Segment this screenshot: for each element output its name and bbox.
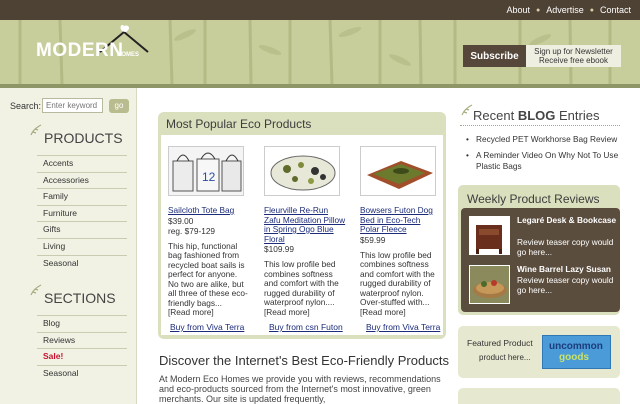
product-description-text: This low profile bed combines softness a… [360, 249, 435, 307]
recent-blog-list: Recycled PET Workhorse Bag Review A Remi… [466, 134, 620, 177]
product-price: $39.00 [168, 215, 194, 226]
top-nav: About ● Advertise ● Contact [506, 5, 631, 15]
logo-line2: goods [559, 352, 589, 363]
read-more-link[interactable]: [Read more] [168, 307, 214, 317]
leaf-icon [461, 104, 473, 116]
sidebar-item-seasonal-section[interactable]: Seasonal [37, 364, 127, 382]
recent-blog-heading: Recent BLOG Entries [473, 108, 599, 123]
site-logo-sub: HOMES [117, 52, 140, 58]
discover-heading: Discover the Internet's Best Eco-Friendl… [159, 353, 450, 368]
uncommon-goods-logo[interactable]: uncommon goods [542, 335, 611, 369]
product-name-link[interactable]: Fleurville Re-Run Zafu Meditation Pillow… [264, 205, 346, 244]
sidebar-item-sale[interactable]: Sale! [37, 348, 127, 365]
newsletter-text: Sign up for Newsletter Receive free eboo… [526, 45, 621, 67]
nav-contact-link[interactable]: Contact [600, 5, 631, 15]
buy-link[interactable]: Buy from csn Futon [269, 322, 343, 332]
search-go-button[interactable]: go [109, 99, 129, 113]
product-name-link[interactable]: Bowsers Futon Dog Bed in Eco-Tech Polar … [360, 205, 442, 235]
site-logo[interactable]: MODERN [36, 40, 123, 62]
product-price: $109.99 [264, 244, 294, 254]
sidebar-item-accessories[interactable]: Accessories [37, 171, 127, 189]
product-description: This hip, functional bag fashioned from … [168, 240, 250, 318]
product-description: This low profile bed combines softness a… [360, 249, 442, 318]
sidebar-item-gifts[interactable]: Gifts [37, 221, 127, 238]
product-regular-price: reg. $79-129 [168, 225, 216, 236]
popular-products-title: Most Popular Eco Products [166, 117, 312, 131]
newsletter-line1: Sign up for Newsletter [534, 47, 613, 56]
sidebar-item-family[interactable]: Family [37, 188, 127, 205]
search-input[interactable] [42, 98, 103, 113]
dog-bed-image [361, 147, 435, 195]
product-name-link[interactable]: Sailcloth Tote Bag [168, 205, 250, 216]
read-more-link[interactable]: [Read more] [360, 307, 406, 317]
featured-product-subtext: product here... [479, 353, 531, 362]
review-teaser: Review teaser copy would go here... [517, 275, 614, 295]
recent-title-suffix: Entries [555, 108, 600, 123]
next-panel [458, 388, 620, 404]
search-label: Search: [10, 101, 42, 111]
sidebar-item-living[interactable]: Living [37, 237, 127, 255]
review-title-link[interactable]: Wine Barrel Lazy Susan [517, 264, 617, 275]
svg-text:12: 12 [202, 170, 216, 184]
nav-separator: ● [589, 6, 594, 14]
product-card: 12 Sailcloth Tote Bag $39.00 reg. $79-12… [168, 146, 250, 318]
leaf-icon [30, 284, 42, 296]
lazy-susan-image[interactable] [469, 265, 510, 304]
blog-entry-link[interactable]: Recycled PET Workhorse Bag Review [466, 134, 620, 145]
subscribe-button[interactable]: Subscribe [463, 45, 526, 67]
buy-link[interactable]: Buy from Viva Terra [170, 322, 244, 332]
desk-image[interactable] [469, 216, 510, 255]
tote-bag-image: 12 [169, 147, 243, 195]
lazy-susan-picture [470, 266, 509, 303]
top-bar: About ● Advertise ● Contact [0, 0, 640, 20]
review-teaser: Review teaser copy would go here... [517, 237, 614, 257]
product-image-dog-bed[interactable] [360, 146, 436, 196]
nav-advertise-link[interactable]: Advertise [546, 5, 584, 15]
product-image-pillow[interactable] [264, 146, 340, 196]
sections-heading: SECTIONS [44, 290, 116, 306]
desk-picture [470, 217, 509, 254]
read-more-link[interactable]: [Read more] [264, 307, 310, 317]
sidebar-item-blog[interactable]: Blog [37, 315, 127, 332]
recent-title-bold: BLOG [517, 108, 556, 123]
weekly-reviews-title: Weekly Product Reviews [467, 192, 600, 206]
sidebar-item-furniture[interactable]: Furniture [37, 204, 127, 222]
sidebar-item-accents[interactable]: Accents [37, 155, 127, 172]
buy-link[interactable]: Buy from Viva Terra [366, 322, 440, 332]
nav-about-link[interactable]: About [506, 5, 530, 15]
products-heading: PRODUCTS [44, 130, 123, 146]
leaf-icon [30, 124, 42, 136]
blog-entry-link[interactable]: A Reminder Video On Why Not To Use Plast… [466, 150, 620, 172]
product-description-text: This hip, functional bag fashioned from … [168, 240, 248, 308]
newsletter-box: Subscribe Sign up for Newsletter Receive… [463, 45, 621, 67]
logo-line1: uncommon [549, 341, 603, 352]
recent-divider [460, 125, 620, 126]
newsletter-line2: Receive free ebook [539, 56, 608, 65]
product-card: Fleurville Re-Run Zafu Meditation Pillow… [264, 146, 346, 317]
sections-list: Blog Reviews Sale! Seasonal [37, 315, 127, 381]
pillow-image [265, 147, 339, 195]
featured-product-title: Featured Product [467, 338, 533, 348]
product-description: This low profile bed combines softness a… [264, 259, 346, 317]
product-description-text: This low profile bed combines softness a… [264, 259, 339, 307]
recent-title-prefix: Recent [473, 108, 518, 123]
intro-text: At Modern Eco Homes we provide you with … [159, 374, 441, 404]
product-card: Bowsers Futon Dog Bed in Eco-Tech Polar … [360, 146, 442, 317]
product-price: $59.99 [360, 234, 386, 245]
nav-separator: ● [535, 6, 541, 14]
review-title-link[interactable]: Legaré Desk & Bookcase [517, 215, 617, 226]
products-list: Accents Accessories Family Furniture Gif… [37, 155, 127, 271]
sidebar-item-reviews[interactable]: Reviews [37, 331, 127, 349]
sidebar-item-seasonal[interactable]: Seasonal [37, 254, 127, 272]
product-image-tote[interactable]: 12 [168, 146, 244, 196]
